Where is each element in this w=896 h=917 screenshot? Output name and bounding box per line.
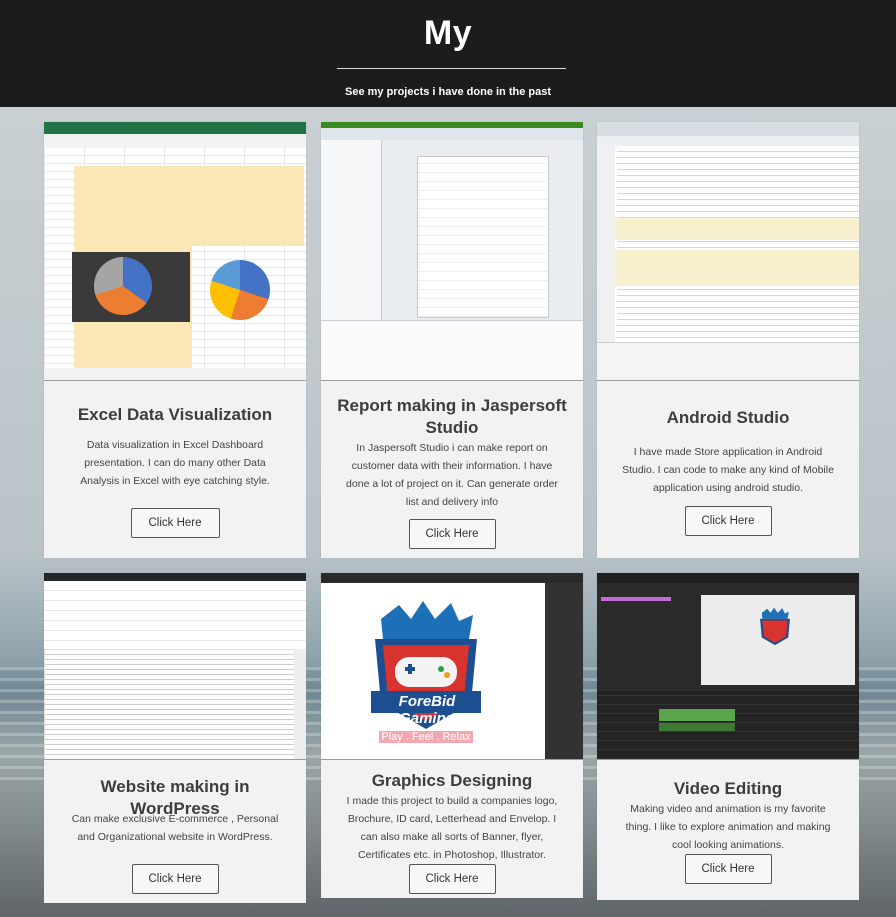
logo-preview-icon (760, 607, 790, 646)
forebid-gaming-logo: ForeBid Gaming Play . Feel . Relax (321, 573, 583, 760)
project-card-android: Android Studio I have made Store applica… (597, 122, 859, 558)
click-here-button[interactable]: Click Here (131, 864, 219, 894)
card-description: I have made Store application in Android… (622, 446, 834, 494)
card-title: Excel Data Visualization (77, 405, 273, 424)
page-header: My See my projects i have done in the pa… (0, 0, 896, 107)
click-here-button[interactable]: Click Here (408, 519, 496, 549)
project-card-graphics: ForeBid Gaming Play . Feel . Relax Graph… (321, 573, 583, 898)
card-title: Android Studio (666, 408, 790, 427)
excel-dashboard-screenshot (44, 122, 306, 381)
card-description: Can make exclusive E-commerce , Personal… (71, 813, 279, 843)
click-here-button[interactable]: Click Here (684, 854, 772, 884)
card-title: Report making in Jaspersoft Studio (337, 396, 567, 437)
project-card-wordpress: Website making in WordPress Can make exc… (44, 573, 306, 903)
card-description: Making video and animation is my favorit… (625, 803, 831, 851)
card-description: In Jaspersoft Studio i can make report o… (346, 442, 558, 508)
project-card-excel: Excel Data Visualization Data visualizat… (44, 122, 306, 558)
project-card-jaspersoft: Report making in Jaspersoft Studio In Ja… (321, 122, 583, 558)
card-title: Graphics Designing (371, 771, 533, 790)
android-studio-screenshot (597, 122, 859, 381)
click-here-button[interactable]: Click Here (684, 506, 772, 536)
card-description: Data visualization in Excel Dashboard pr… (80, 439, 270, 487)
click-here-button[interactable]: Click Here (130, 508, 220, 538)
project-card-video: Video Editing Making video and animation… (597, 573, 859, 900)
wordpress-editor-screenshot (44, 573, 306, 760)
page-subtitle: See my projects i have done in the past (344, 86, 551, 98)
click-here-button[interactable]: Click Here (408, 864, 496, 894)
logo-text: ForeBid Gaming (398, 693, 456, 727)
jaspersoft-report-screenshot (321, 122, 583, 381)
video-editor-screenshot (597, 573, 859, 760)
logo-tagline: Play . Feel . Relax (379, 731, 473, 743)
card-title: Video Editing (673, 779, 783, 798)
header-divider (337, 68, 566, 69)
card-description: I made this project to build a companies… (346, 795, 558, 861)
page-title: My (423, 14, 473, 52)
